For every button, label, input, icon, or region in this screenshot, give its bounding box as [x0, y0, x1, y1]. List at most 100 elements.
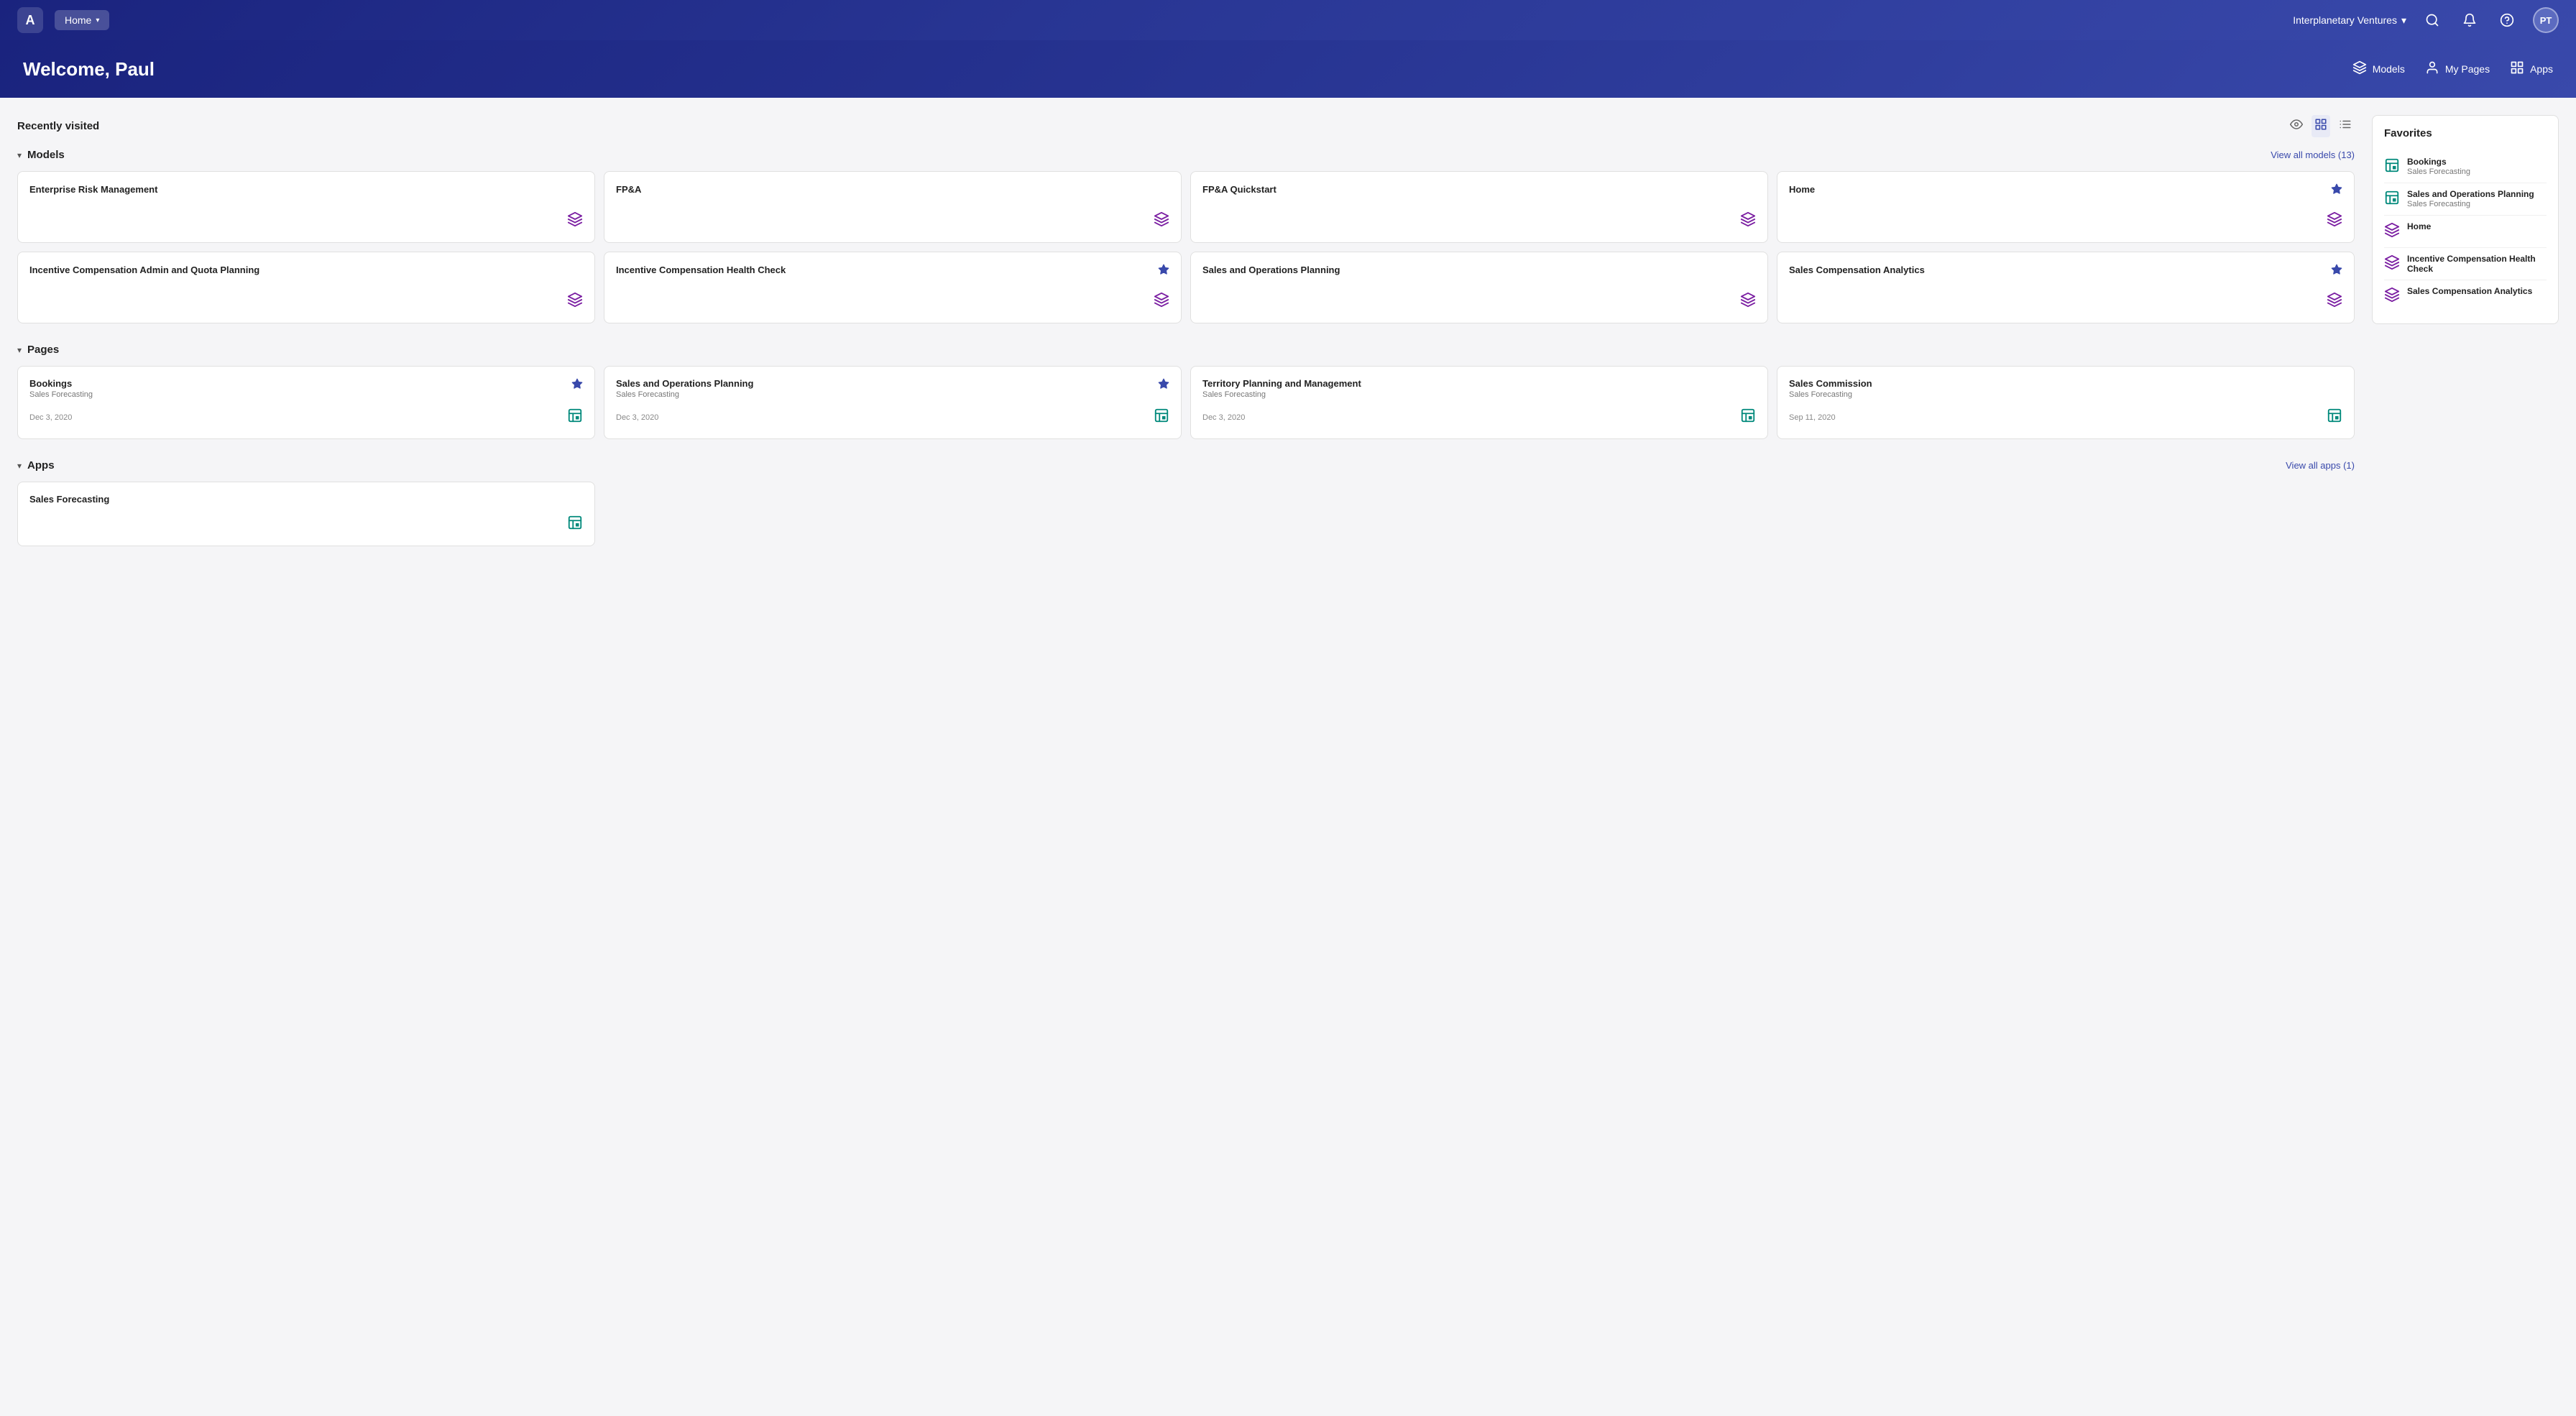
- apps-title-row: ▾ Apps: [17, 459, 55, 472]
- page-card-sales-commission[interactable]: Sales Commission Sales Forecasting Sep 1…: [1777, 366, 2355, 439]
- apps-section-header: ▾ Apps View all apps (1): [17, 459, 2355, 472]
- model-card-title: Incentive Compensation Admin and Quota P…: [29, 264, 259, 277]
- company-selector[interactable]: Interplanetary Ventures ▾: [2293, 14, 2406, 27]
- page-card-bookings[interactable]: Bookings Sales Forecasting Dec 3, 2020: [17, 366, 595, 439]
- favorite-item-fav-sales-comp[interactable]: Sales Compensation Analytics: [2384, 280, 2547, 312]
- star-icon[interactable]: [2331, 264, 2342, 279]
- page-card-territory-planning[interactable]: Territory Planning and Management Sales …: [1190, 366, 1768, 439]
- model-card-title: Home: [1789, 183, 1815, 196]
- view-all-models-link[interactable]: View all models (13): [2271, 150, 2355, 160]
- model-card-title: Enterprise Risk Management: [29, 183, 157, 196]
- apps-icon: [2510, 60, 2524, 78]
- favorite-item-fav-bookings[interactable]: Bookings Sales Forecasting: [2384, 151, 2547, 183]
- page-card-subtitle: Sales Forecasting: [29, 390, 93, 399]
- page-date: Sep 11, 2020: [1789, 413, 1836, 422]
- model-card-sales-comp-analytics[interactable]: Sales Compensation Analytics: [1777, 252, 2355, 323]
- fav-item-texts: Sales Compensation Analytics: [2407, 286, 2532, 296]
- star-icon[interactable]: [571, 378, 583, 393]
- favorite-item-fav-sales-ops[interactable]: Sales and Operations Planning Sales Fore…: [2384, 183, 2547, 216]
- model-card-top: Sales and Operations Planning: [1202, 264, 1756, 277]
- apps-section: ▾ Apps View all apps (1) Sales Forecasti…: [17, 459, 2355, 546]
- app-icon: [567, 515, 583, 534]
- page-card-sales-ops-planning-page[interactable]: Sales and Operations Planning Sales Fore…: [604, 366, 1182, 439]
- page-icon: [567, 408, 583, 427]
- model-card-bottom: [1789, 211, 2342, 231]
- page-card-bottom: Dec 3, 2020: [29, 408, 583, 427]
- fav-item-title: Bookings: [2407, 157, 2470, 167]
- model-cube-icon: [2327, 292, 2342, 311]
- nav-right-area: Interplanetary Ventures ▾ PT: [2293, 7, 2559, 33]
- models-section-header: ▾ Models View all models (13): [17, 149, 2355, 161]
- model-card-top: FP&A Quickstart: [1202, 183, 1756, 196]
- page-card-bottom: Dec 3, 2020: [616, 408, 1169, 427]
- model-card-enterprise-risk[interactable]: Enterprise Risk Management: [17, 171, 595, 243]
- model-card-sales-ops-planning[interactable]: Sales and Operations Planning: [1190, 252, 1768, 323]
- model-card-top: Sales Compensation Analytics: [1789, 264, 2342, 279]
- top-navigation: A Home ▾ Interplanetary Ventures ▾ PT: [0, 0, 2576, 40]
- model-card-incentive-comp-admin[interactable]: Incentive Compensation Admin and Quota P…: [17, 252, 595, 323]
- model-card-incentive-comp-health[interactable]: Incentive Compensation Health Check: [604, 252, 1182, 323]
- help-button[interactable]: [2496, 9, 2518, 32]
- favorites-title: Favorites: [2384, 127, 2547, 139]
- grid-view-button[interactable]: [2312, 115, 2330, 137]
- my-pages-nav-button[interactable]: My Pages: [2425, 60, 2490, 78]
- models-title-row: ▾ Models: [17, 149, 65, 161]
- fav-item-icon: [2384, 190, 2400, 209]
- model-cube-icon: [1154, 211, 1169, 231]
- model-card-bottom: [29, 211, 583, 231]
- home-nav-button[interactable]: Home ▾: [55, 10, 109, 30]
- page-card-top: Sales and Operations Planning Sales Fore…: [616, 378, 1169, 399]
- models-nav-button[interactable]: Models: [2352, 60, 2405, 78]
- model-card-top: Incentive Compensation Admin and Quota P…: [29, 264, 583, 277]
- fav-item-texts: Home: [2407, 221, 2431, 231]
- model-cube-icon: [1154, 292, 1169, 311]
- visibility-toggle-button[interactable]: [2287, 115, 2306, 137]
- search-button[interactable]: [2421, 9, 2444, 32]
- fav-item-title: Home: [2407, 221, 2431, 231]
- model-card-fpa-quickstart[interactable]: FP&A Quickstart: [1190, 171, 1768, 243]
- welcome-banner: Welcome, Paul Models My Pages: [0, 40, 2576, 98]
- page-card-bottom: Sep 11, 2020: [1789, 408, 2342, 427]
- model-card-top: Home: [1789, 183, 2342, 198]
- welcome-action-bar: Models My Pages Apps: [2352, 60, 2553, 78]
- notifications-button[interactable]: [2458, 9, 2481, 32]
- list-view-button[interactable]: [2336, 115, 2355, 137]
- user-avatar[interactable]: PT: [2533, 7, 2559, 33]
- page-card-subtitle: Sales Forecasting: [1789, 390, 1872, 399]
- view-all-apps-link[interactable]: View all apps (1): [2286, 460, 2355, 471]
- page-card-title: Territory Planning and Management: [1202, 378, 1361, 389]
- favorites-list: Bookings Sales Forecasting Sales and Ope…: [2384, 151, 2547, 312]
- apps-collapse-icon[interactable]: ▾: [17, 461, 22, 471]
- favorite-item-fav-incentive-health[interactable]: Incentive Compensation Health Check: [2384, 248, 2547, 280]
- apps-nav-button[interactable]: Apps: [2510, 60, 2553, 78]
- recently-visited-title: Recently visited: [17, 120, 99, 132]
- favorite-item-fav-home[interactable]: Home: [2384, 216, 2547, 248]
- model-card-bottom: [616, 211, 1169, 231]
- fav-item-subtitle: Sales Forecasting: [2407, 200, 2534, 208]
- page-date: Dec 3, 2020: [1202, 413, 1245, 422]
- fav-item-texts: Sales and Operations Planning Sales Fore…: [2407, 189, 2534, 208]
- fav-item-icon: [2384, 287, 2400, 306]
- star-icon[interactable]: [2331, 183, 2342, 198]
- favorites-sidebar: Favorites Bookings Sales Forecasting Sal…: [2372, 115, 2559, 566]
- pages-cards-grid: Bookings Sales Forecasting Dec 3, 2020 S…: [17, 366, 2355, 439]
- page-card-info: Territory Planning and Management Sales …: [1202, 378, 1361, 399]
- models-collapse-icon[interactable]: ▾: [17, 150, 22, 160]
- page-card-info: Bookings Sales Forecasting: [29, 378, 93, 399]
- model-card-title: FP&A: [616, 183, 641, 196]
- pages-collapse-icon[interactable]: ▾: [17, 345, 22, 355]
- favorites-panel: Favorites Bookings Sales Forecasting Sal…: [2372, 115, 2559, 324]
- star-icon[interactable]: [1158, 264, 1169, 279]
- welcome-heading: Welcome, Paul: [23, 58, 155, 81]
- model-card-title: Sales Compensation Analytics: [1789, 264, 1925, 277]
- main-content: Recently visited: [0, 98, 2576, 584]
- model-card-fpa[interactable]: FP&A: [604, 171, 1182, 243]
- app-logo[interactable]: A: [17, 7, 43, 33]
- content-left: Recently visited: [17, 115, 2355, 566]
- page-card-bottom: Dec 3, 2020: [1202, 408, 1756, 427]
- app-card-sales-forecasting-app[interactable]: Sales Forecasting: [17, 482, 595, 546]
- model-card-top: Incentive Compensation Health Check: [616, 264, 1169, 279]
- model-cube-icon: [2327, 211, 2342, 231]
- star-icon[interactable]: [1158, 378, 1169, 393]
- model-card-home[interactable]: Home: [1777, 171, 2355, 243]
